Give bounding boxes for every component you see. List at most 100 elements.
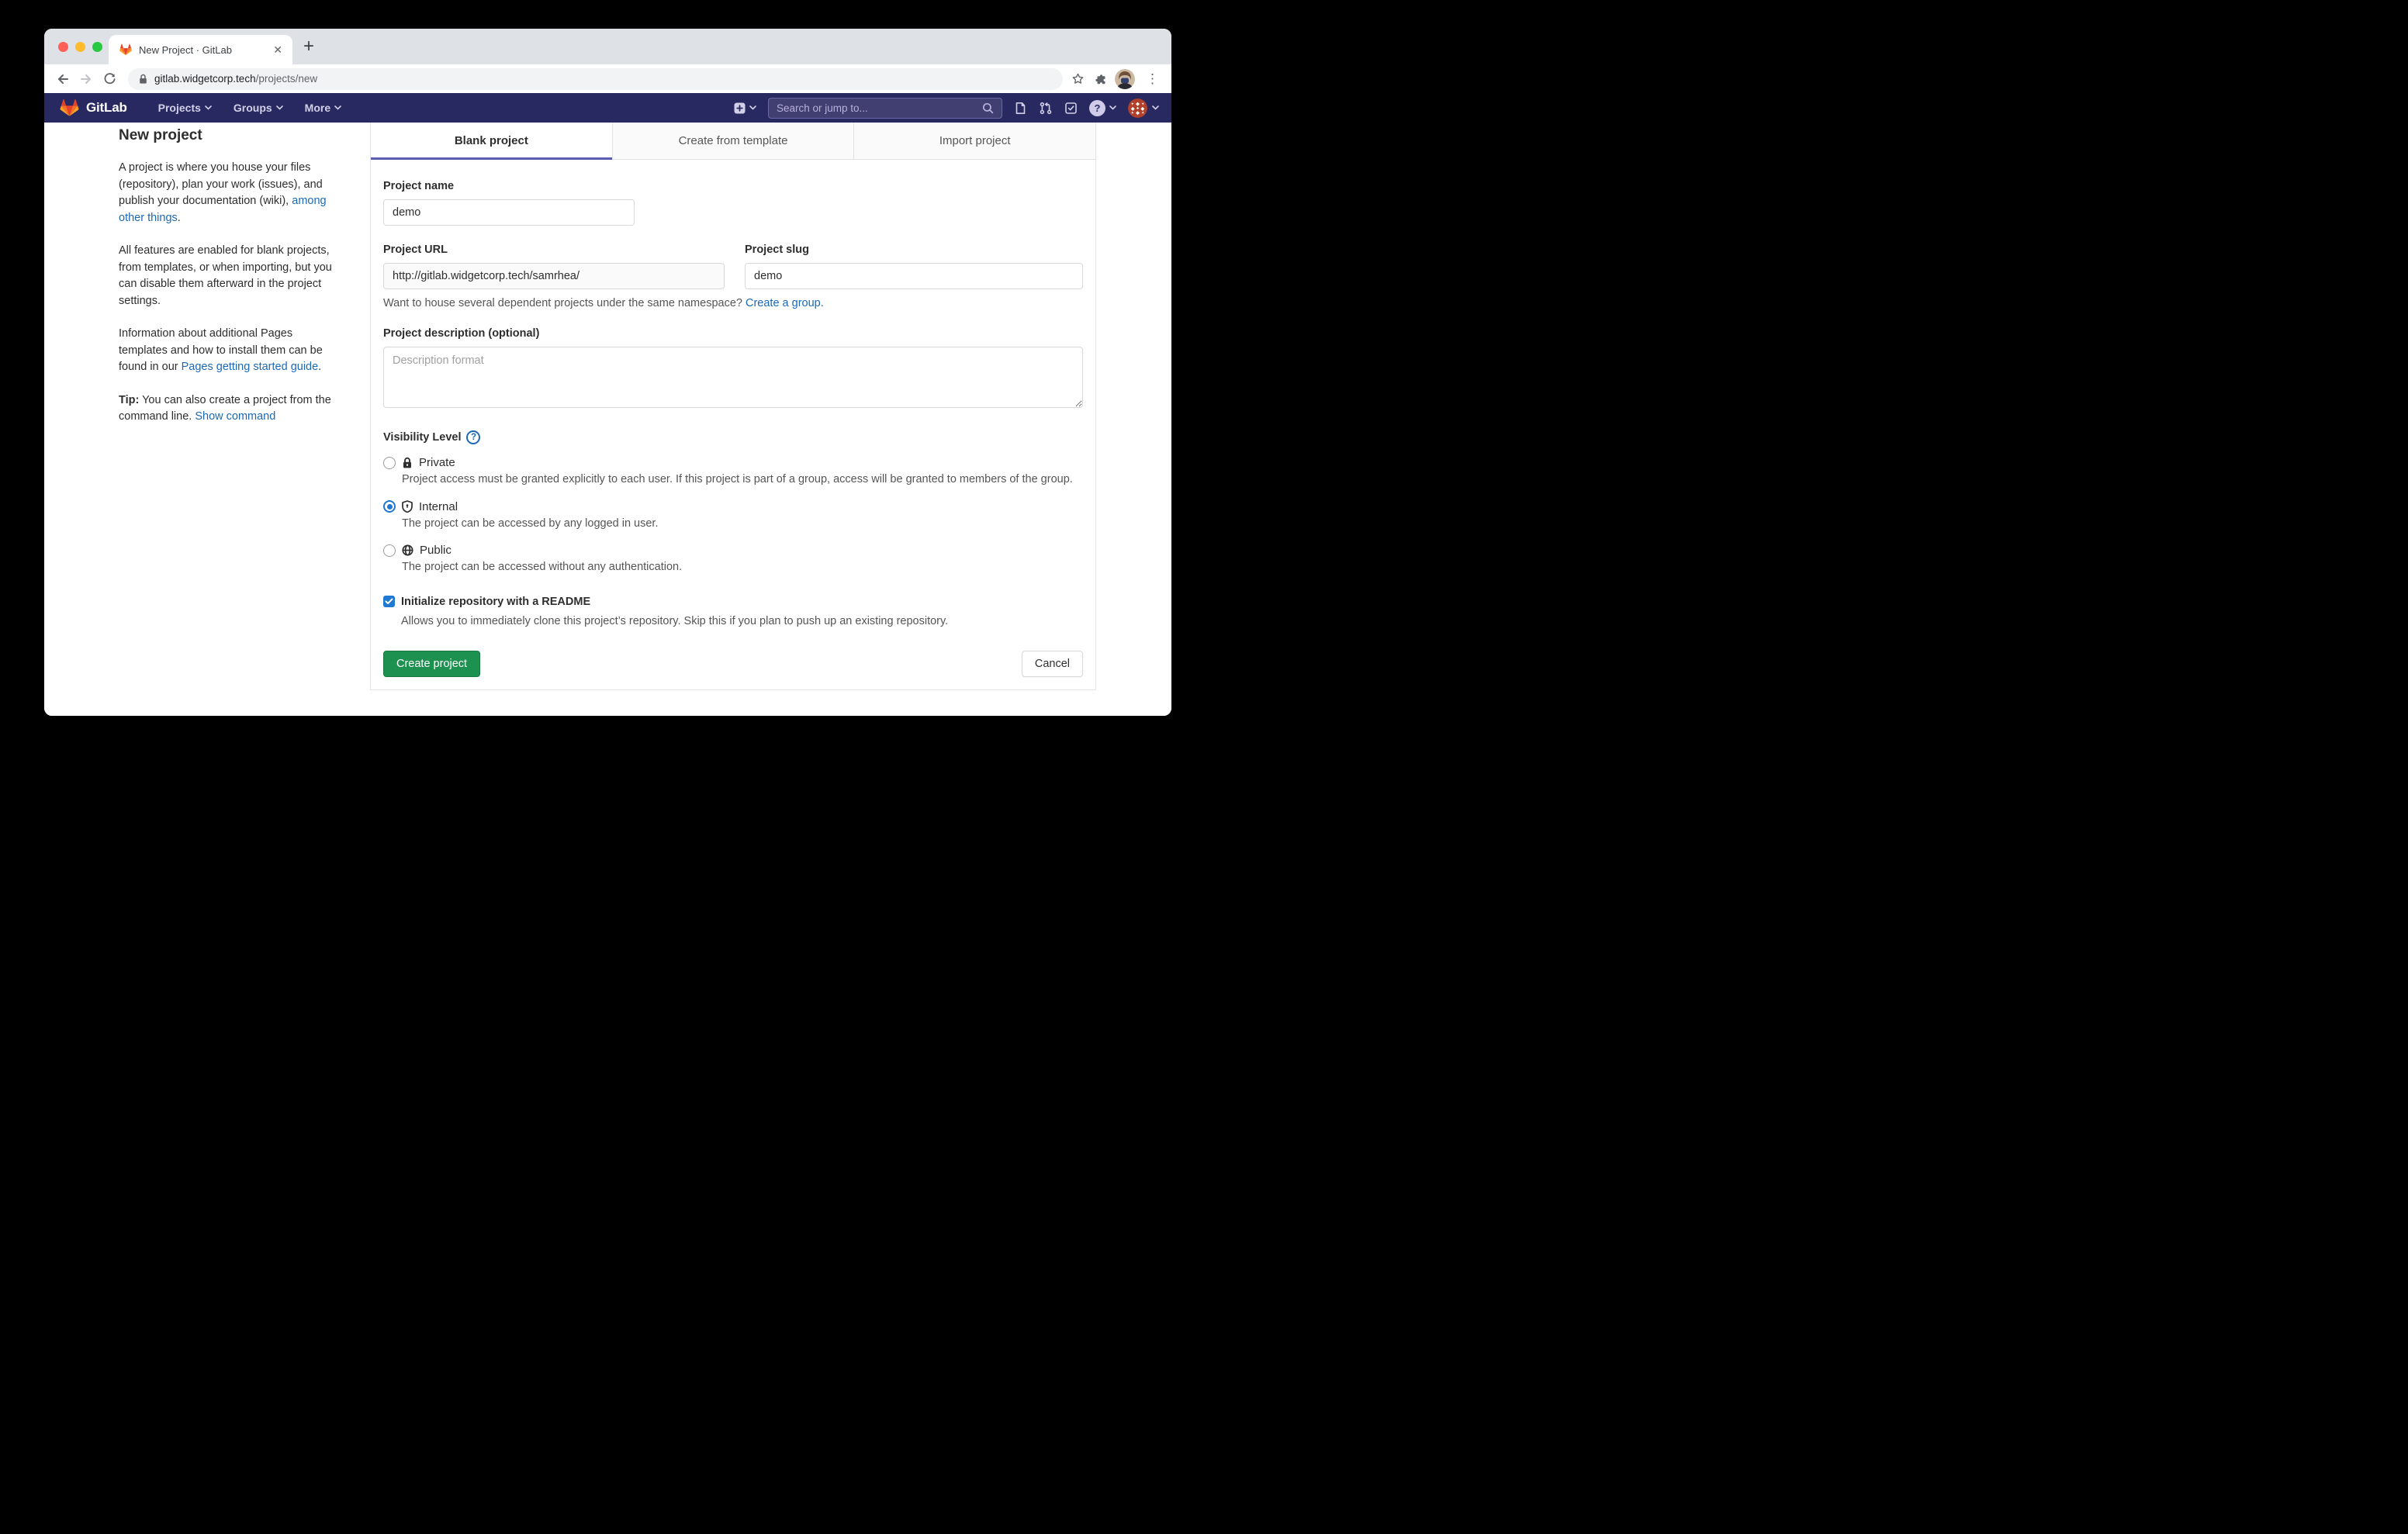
browser-window: New Project · GitLab ✕ + [44, 29, 1171, 716]
brand-wordmark: GitLab [86, 100, 127, 116]
chevron-down-icon [205, 105, 212, 110]
readme-label: Initialize repository with a README [401, 596, 590, 608]
browser-profile-avatar[interactable] [1115, 69, 1135, 89]
create-project-button[interactable]: Create project [383, 651, 480, 677]
bookmark-star-icon[interactable] [1071, 71, 1085, 86]
search-input[interactable]: Search or jump to... [768, 98, 1002, 119]
cancel-button[interactable]: Cancel [1022, 651, 1083, 677]
zoom-window-button[interactable] [92, 42, 102, 52]
project-url-label: Project URL [383, 244, 725, 256]
menu-more[interactable]: More [296, 97, 351, 119]
form-actions: Create project Cancel [383, 651, 1083, 677]
search-placeholder: Search or jump to... [777, 102, 976, 114]
chevron-down-icon [1152, 105, 1159, 110]
project-description-label: Project description (optional) [383, 327, 1083, 340]
url-text: gitlab.widgetcorp.tech/projects/new [154, 73, 317, 85]
user-avatar [1128, 98, 1147, 118]
navbar-menus: Projects Groups More [149, 97, 351, 119]
sidebar-paragraph: All features are enabled for blank proje… [119, 243, 344, 309]
show-command-link[interactable]: Show command [195, 410, 275, 423]
gitlab-favicon-icon [119, 43, 132, 56]
help-menu[interactable]: ? [1089, 100, 1116, 116]
project-type-tabs: Blank project Create from template Impor… [371, 123, 1095, 160]
browser-menu-icon[interactable]: ⋮ [1143, 71, 1162, 87]
tab-close-icon[interactable]: ✕ [271, 43, 285, 57]
extensions-puzzle-icon[interactable] [1093, 72, 1107, 86]
lock-icon [402, 457, 413, 469]
new-menu-button[interactable] [733, 102, 756, 115]
visibility-option-desc: The project can be accessed by any logge… [402, 516, 1083, 533]
chevron-down-icon [276, 105, 283, 110]
visibility-option-name: Public [420, 544, 452, 557]
sidebar-paragraph: Information about additional Pages templ… [119, 326, 344, 376]
menu-projects[interactable]: Projects [149, 97, 221, 119]
browser-tab[interactable]: New Project · GitLab ✕ [109, 35, 292, 64]
sidebar-tip: Tip: You can also create a project from … [119, 392, 344, 426]
visibility-option-name: Private [419, 456, 455, 469]
internal-radio[interactable] [383, 500, 396, 513]
visibility-option-desc: Project access must be granted explicitl… [402, 472, 1083, 489]
project-name-label: Project name [383, 180, 1083, 192]
namespace-hint: Want to house several dependent projects… [383, 297, 1083, 309]
description-field: Project description (optional) [383, 327, 1083, 411]
todos-icon[interactable] [1064, 102, 1078, 115]
menu-groups[interactable]: Groups [224, 97, 292, 119]
visibility-section: Visibility Level ? [383, 430, 1083, 576]
create-a-group-link[interactable]: Create a group. [746, 297, 824, 309]
visibility-option-name: Internal [419, 500, 458, 513]
tab-create-from-template[interactable]: Create from template [612, 123, 854, 159]
visibility-level-label: Visibility Level ? [383, 430, 480, 444]
url-bar[interactable]: gitlab.widgetcorp.tech/projects/new [128, 68, 1063, 90]
browser-toolbar: gitlab.widgetcorp.tech/projects/new [44, 64, 1171, 93]
sidebar-help-column: New project A project is where you house… [119, 125, 344, 426]
new-project-panel: Blank project Create from template Impor… [370, 123, 1096, 690]
issues-icon[interactable] [1014, 102, 1027, 115]
visibility-option-private: Private Project access must be granted e… [383, 456, 1083, 489]
pages-guide-link[interactable]: Pages getting started guide [182, 361, 319, 373]
screen: New Project · GitLab ✕ + [0, 0, 1204, 767]
visibility-help-icon[interactable]: ? [466, 430, 480, 444]
readme-checkbox[interactable] [383, 596, 395, 607]
page-content: New project A project is where you house… [44, 123, 1171, 716]
project-slug-input[interactable] [745, 263, 1083, 289]
project-slug-field: Project slug [745, 244, 1083, 289]
project-slug-label: Project slug [745, 244, 1083, 256]
tab-blank-project[interactable]: Blank project [371, 123, 612, 159]
new-tab-button[interactable]: + [303, 36, 314, 57]
private-radio[interactable] [383, 457, 396, 469]
tab-import-project[interactable]: Import project [853, 123, 1095, 159]
gitlab-logo[interactable]: GitLab [60, 98, 127, 117]
forward-icon[interactable] [75, 68, 97, 90]
public-radio[interactable] [383, 544, 396, 557]
navbar-right: Search or jump to... [733, 98, 1159, 119]
lock-icon [139, 74, 147, 85]
close-window-button[interactable] [58, 42, 68, 52]
globe-icon [402, 544, 413, 556]
project-url-field: Project URL [383, 244, 725, 289]
reload-icon[interactable] [99, 68, 120, 90]
page-title: New project [119, 125, 344, 147]
readme-section: Initialize repository with a README Allo… [383, 596, 1083, 631]
tanuki-icon [60, 98, 79, 117]
shield-icon [402, 500, 413, 513]
window-controls [58, 42, 102, 52]
project-name-input[interactable] [383, 199, 635, 226]
gitlab-navbar: GitLab Projects Groups More [44, 93, 1171, 123]
minimize-window-button[interactable] [75, 42, 85, 52]
visibility-option-desc: The project can be accessed without any … [402, 559, 1083, 576]
readme-desc: Allows you to immediately clone this pro… [401, 613, 1083, 631]
back-icon[interactable] [52, 68, 74, 90]
user-menu[interactable] [1128, 98, 1159, 118]
chevron-down-icon [334, 105, 341, 110]
project-description-textarea[interactable] [383, 347, 1083, 408]
merge-requests-icon[interactable] [1039, 102, 1053, 115]
help-icon: ? [1089, 100, 1105, 116]
project-url-input[interactable] [383, 263, 725, 289]
browser-tab-strip: New Project · GitLab ✕ + [44, 29, 1171, 64]
url-slug-row: Project URL Project slug [383, 244, 1083, 289]
toolbar-right: ⋮ [1071, 69, 1164, 89]
search-icon [982, 102, 994, 114]
visibility-option-internal: Internal The project can be accessed by … [383, 500, 1083, 533]
tab-title: New Project · GitLab [139, 44, 264, 56]
chevron-down-icon [1109, 105, 1116, 110]
